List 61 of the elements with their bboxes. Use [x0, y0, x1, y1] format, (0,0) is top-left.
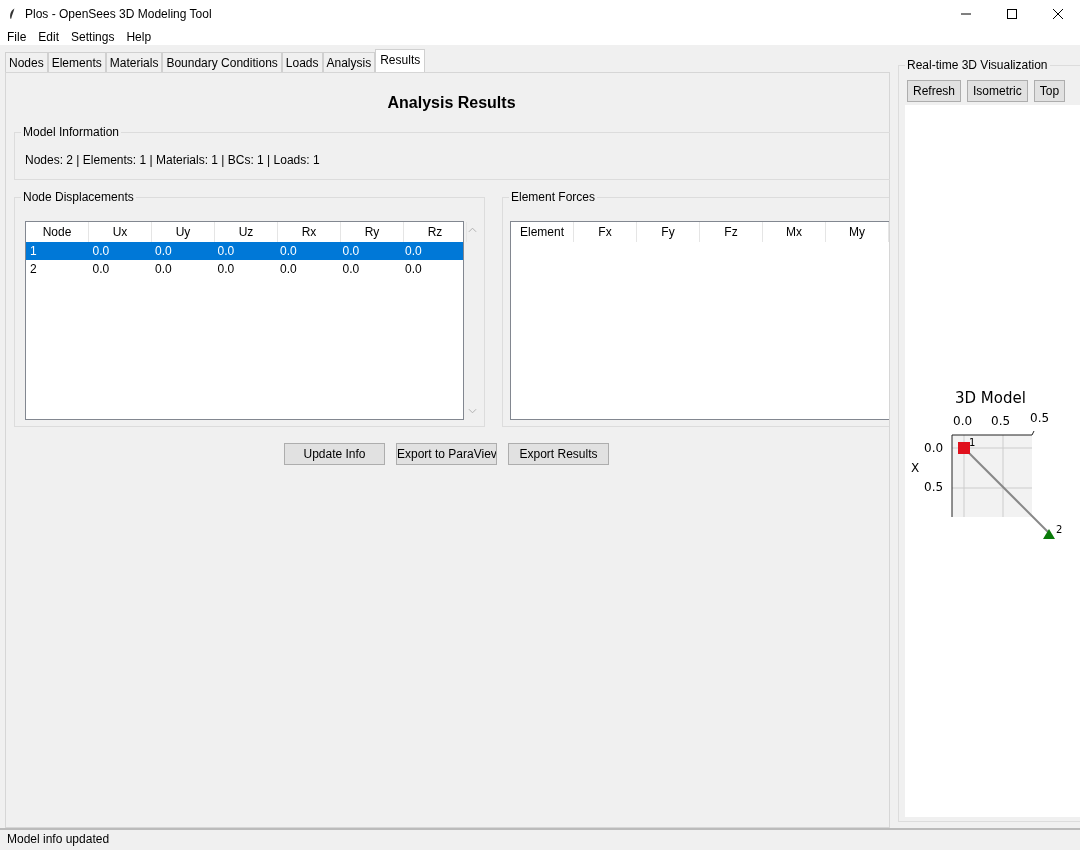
column-header[interactable]: Fz [700, 222, 763, 242]
group-title: Real-time 3D Visualization [905, 58, 1050, 72]
view-button[interactable]: Top [1033, 80, 1066, 102]
group-title: Node Displacements [21, 190, 136, 204]
table-cell-text: 2 [29, 261, 38, 278]
menu-item[interactable]: Settings [71, 29, 115, 44]
group-title: Element Forces [509, 190, 598, 204]
tab[interactable]: Loads [281, 52, 323, 72]
table-cell-text: 0.0 [341, 261, 361, 278]
menu-item[interactable]: Help [126, 29, 152, 44]
status-bar: Model info updated [0, 828, 1080, 850]
column-header[interactable]: Element [511, 222, 574, 242]
table-cell-text: 0.0 [216, 261, 236, 278]
action-button[interactable]: Export Results [508, 443, 609, 465]
tab[interactable]: Materials [105, 52, 163, 72]
tab[interactable]: Results [375, 49, 426, 72]
tick-label: 0.0 [924, 441, 944, 455]
axis-label: X [911, 461, 920, 475]
support-marker [1043, 529, 1055, 539]
plot-title: 3D Model [955, 389, 1026, 407]
view-button[interactable]: Refresh [907, 80, 962, 102]
column-header[interactable]: Mx [763, 222, 826, 242]
group-title: Model Information [21, 125, 122, 139]
maximize-icon[interactable] [1006, 8, 1018, 20]
table-cell-text: 0.0 [404, 243, 423, 260]
node-label: 2 [1056, 524, 1063, 535]
tab[interactable]: Analysis [322, 52, 376, 72]
tab[interactable]: Boundary Conditions [162, 52, 282, 72]
action-button[interactable]: Export to ParaViev [396, 443, 497, 465]
action-button[interactable]: Update Info [284, 443, 385, 465]
table-cell-text: 1 [29, 243, 38, 260]
table-cell-text: 0.0 [154, 261, 173, 278]
tick-label: 0.5 [924, 480, 944, 494]
menu-item[interactable]: Edit [38, 29, 60, 44]
table-cell-text: 0.0 [279, 261, 298, 278]
table-row[interactable]: 2 0.0 0.0 0.0 0.0 0.0 0.0 [26, 260, 463, 278]
tick-label: 0.0 [953, 414, 973, 428]
table-cell-text: 0.0 [404, 261, 423, 278]
tab[interactable]: Elements [47, 52, 106, 72]
menu-item[interactable]: File [7, 29, 27, 44]
feather-icon [8, 7, 16, 21]
column-header[interactable]: Fx [574, 222, 637, 242]
table-cell-text: 0.0 [341, 243, 361, 260]
model-info-text: Nodes: 2 | Elements: 1 | Materials: 1 | BCs: 1 | Loads: 1 [25, 152, 320, 167]
table-row[interactable]: 1 0.0 0.0 0.0 0.0 0.0 0.0 [26, 242, 463, 260]
table-cell-text: 0.0 [154, 243, 173, 260]
table-cell-text: 0.0 [216, 243, 236, 260]
table-cell-text: 0.0 [91, 261, 111, 278]
node-marker [958, 442, 970, 454]
window-title: Plos - OpenSees 3D Modeling Tool [25, 7, 212, 21]
node-label: 1 [969, 437, 976, 448]
close-icon[interactable] [1052, 8, 1064, 20]
view-button[interactable]: Isometric [967, 80, 1028, 102]
tab[interactable]: Nodes [5, 52, 48, 72]
column-header[interactable]: My [826, 222, 889, 242]
table-cell-text: 0.0 [91, 243, 111, 260]
table-cell-text: 0.0 [279, 243, 298, 260]
tick-label: 0.5 [991, 414, 1011, 428]
page-heading: Analysis Results [386, 94, 517, 112]
column-header[interactable]: Fy [637, 222, 700, 242]
tick-label: 0.5 [1030, 411, 1050, 425]
